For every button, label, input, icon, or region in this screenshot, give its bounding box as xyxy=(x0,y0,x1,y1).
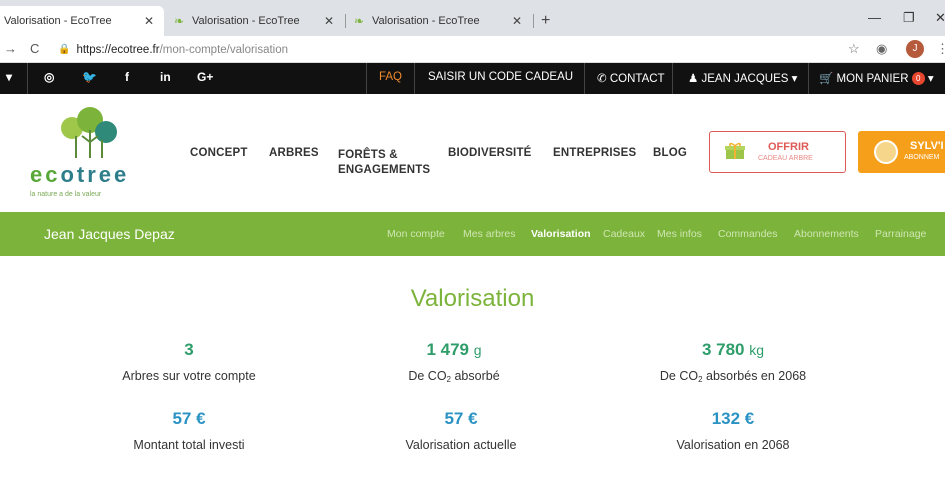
subnav-mes-arbres[interactable]: Mes arbres xyxy=(463,228,516,240)
stat-value: 3 xyxy=(184,340,194,359)
subnav-valorisation[interactable]: Valorisation xyxy=(531,228,591,240)
stat-value: 3 780 kg xyxy=(701,340,765,359)
top-bar: ▾ ◎ 🐦 f in G+ FAQ SAISIR UN CODE CADEAU … xyxy=(0,63,945,94)
close-icon[interactable]: ✕ xyxy=(144,14,154,28)
contact-label: CONTACT xyxy=(609,73,665,85)
gift-code-link[interactable]: SAISIR UN CODE CADEAU xyxy=(428,71,573,83)
linkedin-icon[interactable]: in xyxy=(160,70,171,84)
sylv-badge-icon xyxy=(874,140,898,164)
chevron-down-icon: ▾ xyxy=(791,73,798,85)
nav-forets-engagements[interactable]: FORÊTS & ENGAGEMENTS xyxy=(338,149,430,176)
twitter-icon[interactable]: 🐦 xyxy=(82,70,97,84)
close-icon[interactable]: ✕ xyxy=(324,14,334,28)
subnav-commandes[interactable]: Commandes xyxy=(718,228,778,240)
tab-title: Valorisation - EcoTree xyxy=(4,15,112,27)
stat-unit: g xyxy=(473,342,482,358)
stat-label: Valorisation en 2068 xyxy=(676,438,790,452)
url-domain: https://ecotree.fr xyxy=(76,43,160,56)
cart-link[interactable]: 🛒 MON PANIER 0 ▾ xyxy=(819,71,934,86)
offrir-gift-button[interactable]: OFFRIR CADEAU ARBRE xyxy=(709,131,846,173)
faq-link[interactable]: FAQ xyxy=(379,71,402,83)
gift-icon xyxy=(725,142,745,159)
browser-tab-strip: Valorisation - EcoTree ✕ ❧ Valorisation … xyxy=(0,0,945,36)
account-subnav: Jean Jacques Depaz Mon compte Mes arbres… xyxy=(0,212,945,256)
close-icon[interactable]: ✕ xyxy=(512,14,522,28)
stat-trees-count: 3 Arbres sur votre compte xyxy=(59,340,319,383)
browser-tab[interactable]: Valorisation - EcoTree ✕ xyxy=(0,6,164,36)
stat-label: De CO2 absorbés en 2068 xyxy=(659,369,807,384)
reload-icon[interactable]: C xyxy=(30,41,39,56)
browser-tab[interactable]: ❧ Valorisation - EcoTree ✕ xyxy=(166,6,346,36)
nav-entreprises[interactable]: ENTREPRISES xyxy=(553,147,636,159)
url-path: /mon-compte/valorisation xyxy=(159,43,289,56)
extension-icon[interactable]: ◉ xyxy=(876,41,887,57)
subnav-abonnements[interactable]: Abonnements xyxy=(794,228,859,240)
new-tab-plus-icon[interactable]: + xyxy=(541,12,550,30)
google-plus-icon[interactable]: G+ xyxy=(197,70,213,84)
account-user-name: Jean Jacques Depaz xyxy=(44,226,175,242)
cart-icon: 🛒 xyxy=(819,73,837,85)
nav-blog[interactable]: BLOG xyxy=(653,147,687,159)
stat-value: 132 € xyxy=(711,409,755,428)
sylv-subscription-button[interactable]: SYLV'I ABONNEM xyxy=(858,131,945,173)
stat-label: De CO2 absorbé xyxy=(408,369,500,384)
stat-co2-2068: 3 780 kg De CO2 absorbés en 2068 xyxy=(603,340,863,384)
tab-title: Valorisation - EcoTree xyxy=(372,15,480,27)
stat-label: Arbres sur votre compte xyxy=(122,369,256,383)
stat-value: 1 479 g xyxy=(426,340,482,359)
dropdown-caret-icon[interactable]: ▾ xyxy=(6,70,12,84)
nav-concept[interactable]: CONCEPT xyxy=(190,147,248,159)
stat-label: Valorisation actuelle xyxy=(405,438,517,452)
browser-tab[interactable]: ❧ Valorisation - EcoTree ✕ xyxy=(346,6,534,36)
user-icon: ♟ xyxy=(688,73,702,85)
subnav-mes-infos[interactable]: Mes infos xyxy=(657,228,702,240)
facebook-icon[interactable]: f xyxy=(125,70,129,84)
star-icon[interactable]: ☆ xyxy=(848,41,860,57)
stat-current-valuation: 57 € Valorisation actuelle xyxy=(331,409,591,452)
cart-count-badge: 0 xyxy=(911,72,925,86)
subnav-cadeaux[interactable]: Cadeaux xyxy=(603,228,645,240)
lock-icon: 🔒 xyxy=(58,44,71,55)
nav-biodiversite[interactable]: BIODIVERSITÉ xyxy=(448,147,532,159)
tab-title: Valorisation - EcoTree xyxy=(192,15,300,27)
restore-icon[interactable]: ❐ xyxy=(903,10,915,26)
sylv-title: SYLV'I xyxy=(910,140,944,152)
contact-link[interactable]: ✆ CONTACT xyxy=(597,71,665,85)
offrir-subtitle: CADEAU ARBRE xyxy=(758,155,813,162)
phone-icon: ✆ xyxy=(597,73,610,85)
stat-total-invested: 57 € Montant total investi xyxy=(59,409,319,452)
leaf-icon: ❧ xyxy=(354,14,365,28)
url-field[interactable]: 🔒 https://ecotree.fr/mon-compte/valorisa… xyxy=(58,39,828,60)
logo-tagline: la nature a de la valeur xyxy=(30,191,102,198)
stat-co2-absorbed: 1 479 g De CO2 absorbé xyxy=(324,340,584,384)
minimize-icon[interactable]: — xyxy=(868,10,881,25)
user-name-label: JEAN JACQUES xyxy=(701,73,789,85)
page-title: Valorisation xyxy=(410,285,535,312)
offrir-title: OFFRIR xyxy=(768,141,809,153)
subnav-mon-compte[interactable]: Mon compte xyxy=(387,228,445,240)
cart-label: MON PANIER xyxy=(836,73,909,85)
stat-value: 57 € xyxy=(172,409,206,428)
subnav-parrainage[interactable]: Parrainage xyxy=(875,228,926,240)
chevron-down-icon: ▾ xyxy=(927,73,934,85)
nav-forets-line2: ENGAGEMENTS xyxy=(338,164,431,176)
leaf-icon: ❧ xyxy=(174,14,185,28)
stat-valuation-2068: 132 € Valorisation en 2068 xyxy=(603,409,863,452)
logo-wordmark: ecotree xyxy=(30,162,130,187)
menu-dots-icon[interactable]: ⋮ xyxy=(936,41,945,57)
site-header: ecotree la nature a de la valeur CONCEPT… xyxy=(0,94,945,212)
forward-arrow-icon[interactable]: → xyxy=(4,41,17,56)
stat-value: 57 € xyxy=(444,409,478,428)
profile-avatar[interactable]: J xyxy=(906,40,924,58)
sylv-subtitle: ABONNEM xyxy=(904,154,940,161)
stat-unit: kg xyxy=(749,342,765,358)
stat-label: Montant total investi xyxy=(133,438,245,452)
address-bar-row: → C 🔒 https://ecotree.fr/mon-compte/valo… xyxy=(0,36,945,63)
instagram-icon[interactable]: ◎ xyxy=(44,70,54,84)
window-close-icon[interactable]: ✕ xyxy=(935,10,945,26)
user-menu[interactable]: ♟ JEAN JACQUES ▾ xyxy=(688,71,797,85)
nav-arbres[interactable]: ARBRES xyxy=(269,147,319,159)
nav-forets-line1: FORÊTS & xyxy=(338,149,398,161)
